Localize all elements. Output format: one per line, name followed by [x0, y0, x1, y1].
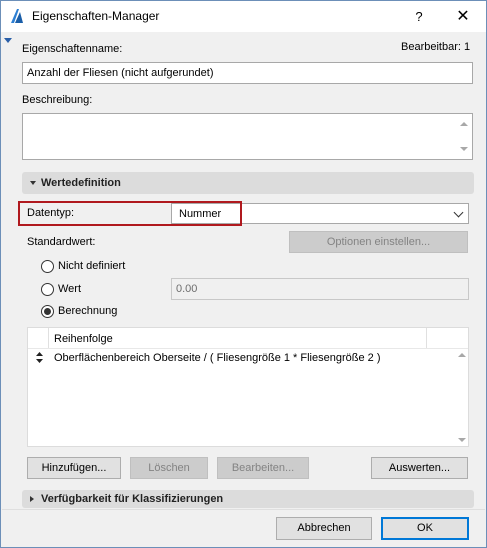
cancel-button[interactable]: Abbrechen: [276, 517, 372, 540]
properties-manager-dialog: Eigenschaften-Manager ? ✕ Eigenschaftenn…: [0, 0, 487, 548]
evaluate-button[interactable]: Auswerten...: [371, 457, 468, 479]
property-name-value: Anzahl der Fliesen (nicht aufgerundet): [27, 67, 214, 79]
expand-chevron-icon: [30, 496, 34, 502]
description-field[interactable]: [22, 113, 473, 160]
availability-section-header[interactable]: Verfügbarkeit für Klassifizierungen: [22, 490, 474, 508]
radio-value-label[interactable]: Wert: [58, 283, 81, 295]
property-name-field[interactable]: Anzahl der Fliesen (nicht aufgerundet): [22, 62, 473, 84]
drag-handle-icon[interactable]: [36, 352, 43, 363]
edit-button[interactable]: Bearbeiten...: [217, 457, 309, 479]
ok-button[interactable]: OK: [381, 517, 469, 540]
chevron-down-icon: [453, 207, 464, 218]
description-label: Beschreibung:: [22, 94, 93, 106]
order-column-header[interactable]: Reihenfolge: [54, 333, 113, 345]
help-button[interactable]: ?: [401, 5, 437, 29]
editable-count-label: Bearbeitbar: 1: [401, 41, 471, 53]
datatype-highlight-frame: [18, 201, 242, 226]
availability-title: Verfügbarkeit für Klassifizierungen: [41, 493, 224, 505]
formula-list-header: Reihenfolge: [28, 328, 468, 349]
radio-undefined-label[interactable]: Nicht definiert: [58, 260, 125, 272]
scroll-up-icon[interactable]: [460, 122, 468, 126]
radio-calculation[interactable]: [41, 305, 54, 318]
set-options-button[interactable]: Optionen einstellen...: [289, 231, 468, 253]
formula-list[interactable]: Reihenfolge Oberflächenbereich Oberseite…: [27, 327, 469, 447]
default-value-label: Standardwert:: [27, 236, 96, 248]
column-separator: [48, 328, 49, 348]
footer-divider: [2, 509, 485, 510]
scroll-down-icon[interactable]: [458, 438, 466, 442]
title-bar: Eigenschaften-Manager ? ✕: [1, 1, 486, 32]
add-button[interactable]: Hinzufügen...: [27, 457, 121, 479]
panel-collapse-arrow-icon[interactable]: [4, 38, 12, 43]
radio-calculation-label[interactable]: Berechnung: [58, 305, 117, 317]
scroll-up-icon[interactable]: [458, 353, 466, 357]
formula-text: Oberflächenbereich Oberseite / ( Fliesen…: [54, 352, 381, 364]
column-separator: [426, 328, 427, 348]
delete-button[interactable]: Löschen: [130, 457, 208, 479]
value-definition-title: Wertedefinition: [41, 177, 121, 189]
value-definition-section-header[interactable]: Wertedefinition: [22, 172, 474, 194]
value-field[interactable]: 0.00: [171, 278, 469, 300]
close-button[interactable]: ✕: [441, 5, 485, 29]
radio-undefined[interactable]: [41, 260, 54, 273]
scroll-down-icon[interactable]: [460, 147, 468, 151]
window-title: Eigenschaften-Manager: [32, 9, 160, 23]
value-field-text: 0.00: [176, 283, 198, 295]
archicad-logo-icon: [9, 8, 25, 24]
property-name-label: Eigenschaftenname:: [22, 43, 123, 55]
radio-value[interactable]: [41, 283, 54, 296]
expand-chevron-icon: [30, 181, 36, 185]
